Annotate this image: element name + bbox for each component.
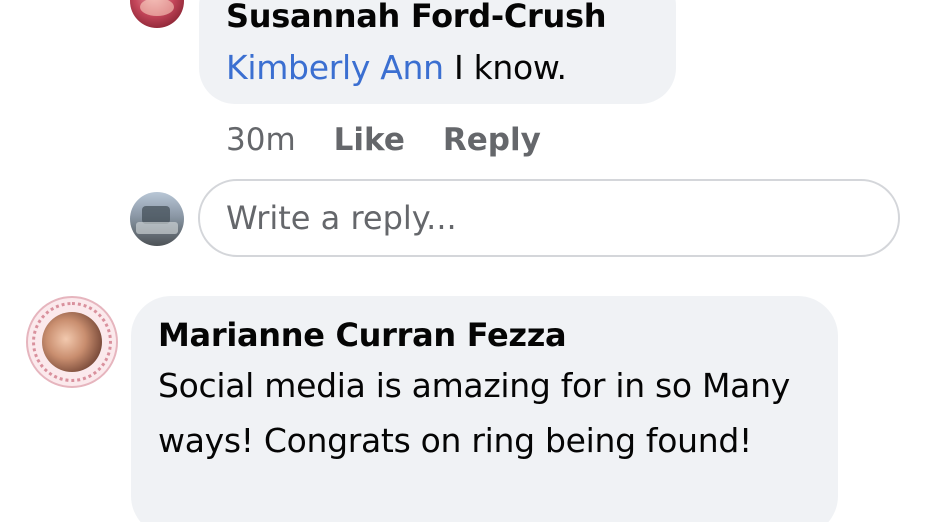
susannah-avatar[interactable] — [130, 0, 184, 28]
mention-link[interactable]: Kimberly Ann — [226, 48, 444, 87]
comment-author-susannah[interactable]: Susannah Ford-Crush — [226, 0, 607, 35]
comment-thread: Susannah Ford-Crush Kimberly Ann I know.… — [0, 0, 928, 522]
comment-text-susannah: I know. — [443, 48, 567, 87]
comment-timestamp[interactable]: 30m — [226, 122, 296, 158]
comment-meta-row: 30m Like Reply — [226, 116, 579, 164]
like-button[interactable]: Like — [334, 122, 405, 158]
marianne-avatar-frame — [32, 302, 112, 382]
comment-text-marianne: Social media is amazing for in so Many w… — [158, 366, 790, 460]
marianne-avatar[interactable] — [26, 296, 118, 388]
reply-input[interactable] — [198, 179, 900, 257]
comment-body-susannah: Kimberly Ann I know. — [226, 40, 567, 95]
current-user-avatar[interactable] — [130, 192, 184, 246]
reply-button[interactable]: Reply — [443, 122, 541, 158]
comment-author-marianne[interactable]: Marianne Curran Fezza — [158, 316, 567, 354]
